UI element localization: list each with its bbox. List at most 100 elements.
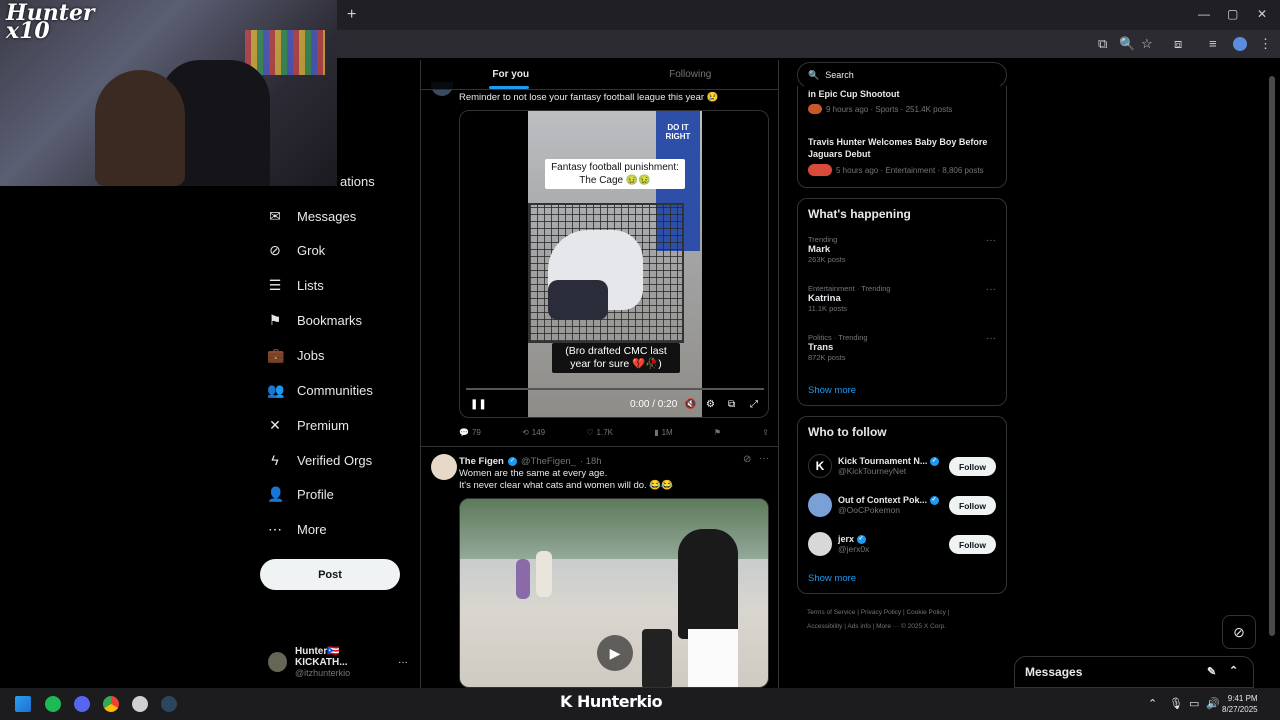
video-progress-bar[interactable]	[466, 388, 764, 390]
obs-icon[interactable]	[132, 696, 148, 712]
steam-icon[interactable]	[161, 696, 177, 712]
account-switcher[interactable]: Hunter🇵🇷 KICKATH... @itzhunterkio ···	[268, 646, 408, 678]
tab-following[interactable]: Following	[601, 60, 779, 89]
follow-button[interactable]: Follow	[949, 535, 996, 554]
windows-start-icon[interactable]	[15, 696, 31, 712]
network-icon[interactable]: ▭	[1189, 697, 1199, 710]
reply-button[interactable]: 💬 79	[459, 428, 481, 437]
grok-icon: ⊘	[269, 241, 281, 258]
menu-icon[interactable]: ⋮	[1259, 36, 1272, 52]
nav-label: Premium	[297, 417, 350, 433]
video-player[interactable]: ▶	[459, 498, 769, 688]
grok-icon[interactable]: ⊘	[743, 454, 751, 465]
video-caption-top: Fantasy football punishment: The Cage 🤢🤢	[545, 159, 685, 189]
volume-icon[interactable]: 🔊	[1206, 697, 1220, 710]
nav-lists[interactable]: ☰ Lists	[267, 271, 324, 299]
fullscreen-icon[interactable]: ⤢	[750, 399, 758, 410]
nav-premium[interactable]: ✕ Premium	[267, 411, 349, 439]
x-logo-icon: ✕	[269, 416, 281, 433]
list-icon: ☰	[268, 276, 282, 293]
discord-icon[interactable]	[74, 696, 90, 712]
nav-bookmarks[interactable]: ⚑ Bookmarks	[267, 306, 362, 334]
trend-item[interactable]: Entertainment · Trending Katrina 11.1K p…	[808, 284, 891, 313]
play-icon[interactable]: ▶	[597, 635, 633, 671]
nav-jobs[interactable]: 💼 Jobs	[267, 341, 324, 369]
nav-grok[interactable]: ⊘ Grok	[267, 236, 325, 264]
news-meta-row: 9 hours ago · Sports · 251.4K posts	[808, 104, 952, 114]
chrome-icon[interactable]	[103, 696, 119, 712]
author-name[interactable]: The Figen	[459, 456, 504, 467]
show-more-link[interactable]: Show more	[808, 385, 856, 396]
messages-drawer[interactable]: Messages ✎ ⌃	[1014, 656, 1254, 688]
microphone-icon[interactable]: 🎙	[1169, 697, 1183, 710]
news-avatars	[808, 164, 832, 176]
show-more-link[interactable]: Show more	[808, 573, 856, 584]
news-meta-row: 5 hours ago · Entertainment · 8,806 post…	[808, 164, 984, 176]
spotify-icon[interactable]	[45, 696, 61, 712]
system-clock[interactable]: 9:41 PM 8/27/2025	[1222, 693, 1258, 715]
nav-communities[interactable]: 👥 Communities	[267, 376, 373, 404]
bookmark-button[interactable]: ⚑	[714, 428, 721, 437]
profile-avatar-icon[interactable]	[1233, 37, 1247, 51]
follow-button[interactable]: Follow	[949, 496, 996, 515]
webcam-logo: Hunter x10	[6, 0, 95, 44]
author-handle[interactable]: @TheFigen_	[521, 456, 576, 467]
minimize-button[interactable]: —	[1198, 7, 1210, 21]
footer-line[interactable]: Terms of Service | Privacy Policy | Cook…	[807, 606, 1007, 620]
search-input[interactable]: 🔍 Search	[797, 62, 1007, 88]
more-dots-icon[interactable]: ···	[398, 657, 408, 668]
more-dots-icon[interactable]: ···	[986, 235, 996, 246]
repost-button[interactable]: ⟲ 149	[522, 428, 545, 437]
pip-icon[interactable]: ⧉	[728, 399, 735, 410]
mute-icon[interactable]: 🔇	[684, 399, 696, 410]
grok-button[interactable]: ⊘	[1222, 615, 1256, 649]
stream-watermark: K Hunterkio	[560, 692, 663, 711]
footer-links: Terms of Service | Privacy Policy | Cook…	[807, 606, 1007, 634]
nav-verified-orgs[interactable]: ϟ Verified Orgs	[267, 446, 372, 474]
avatar[interactable]	[431, 454, 457, 480]
scrollbar-thumb[interactable]	[1269, 76, 1275, 636]
star-icon[interactable]: ☆	[1141, 36, 1153, 52]
post-button[interactable]: Post	[260, 559, 400, 590]
settings-icon[interactable]: ⚙	[706, 399, 715, 410]
suitcase	[642, 629, 672, 687]
like-button[interactable]: ♡ 1.7K	[586, 428, 613, 437]
scrollbar[interactable]	[1268, 60, 1276, 688]
install-app-icon[interactable]: ⧉	[1098, 36, 1107, 52]
new-tab-button[interactable]: +	[347, 6, 356, 24]
news-title[interactable]: in Epic Cup Shootout	[808, 88, 900, 100]
streamer	[95, 70, 185, 186]
maximize-button[interactable]: ▢	[1227, 7, 1238, 21]
more-dots-icon[interactable]: ···	[759, 453, 769, 464]
more-dots-icon[interactable]: ···	[986, 284, 996, 295]
trend-item[interactable]: Trending Mark 263K posts	[808, 235, 846, 264]
follow-button[interactable]: Follow	[949, 457, 996, 476]
footer-line[interactable]: Accessibility | Ads info | More ··· © 20…	[807, 620, 1007, 634]
views-button[interactable]: ▮ 1M	[654, 428, 673, 437]
lightning-icon: ϟ	[271, 452, 279, 468]
new-message-icon[interactable]: ✎	[1207, 665, 1216, 678]
pause-icon[interactable]: ❚❚	[470, 399, 487, 410]
trend-item[interactable]: Politics · Trending Trans 872K posts	[808, 333, 868, 362]
close-button[interactable]: ✕	[1257, 7, 1267, 21]
nav-more[interactable]: ⋯ More	[267, 515, 327, 543]
chevron-up-icon[interactable]: ⌃	[1229, 664, 1238, 677]
more-dots-icon[interactable]: ···	[986, 333, 996, 344]
trend-context: Trending	[808, 235, 838, 244]
video-player[interactable]: DO IT RIGHT Fantasy football punishment:…	[459, 110, 769, 418]
nav-messages[interactable]: ✉ Messages	[267, 202, 356, 230]
extensions-icon[interactable]: ⧈	[1174, 36, 1182, 52]
verified-badge-icon: ✓	[856, 535, 866, 545]
share-button[interactable]: ⇪	[762, 428, 769, 437]
nav-profile[interactable]: 👤 Profile	[267, 480, 334, 508]
tab-for-you[interactable]: For you	[421, 60, 601, 89]
profile-handle: @itzhunterkio	[295, 668, 351, 678]
zoom-icon[interactable]: 🔍	[1119, 36, 1135, 52]
post-time[interactable]: · 18h	[580, 456, 602, 467]
nav-notifications-label: ations	[340, 173, 375, 189]
chevron-up-icon[interactable]: ⌃	[1148, 697, 1157, 710]
trend-context: Politics · Trending	[808, 333, 868, 342]
news-title[interactable]: Travis Hunter Welcomes Baby Boy Before J…	[808, 136, 998, 160]
media-icon[interactable]: ≡	[1209, 36, 1217, 51]
nav-notifications[interactable]: ations	[340, 167, 375, 195]
